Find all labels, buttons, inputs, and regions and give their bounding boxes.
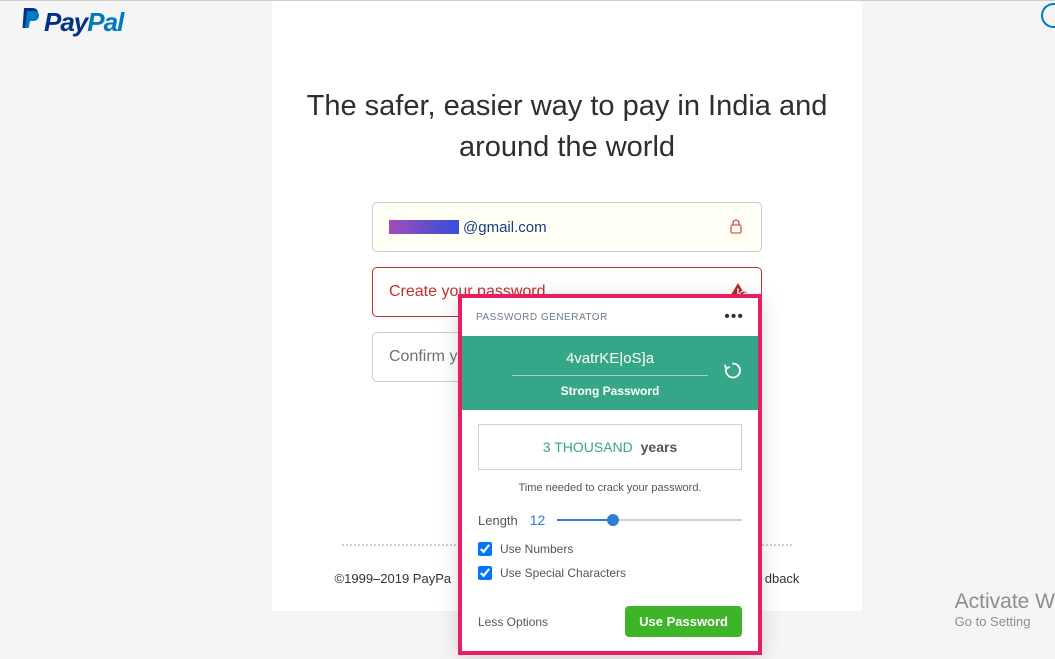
length-label: Length bbox=[478, 513, 518, 528]
crack-time-box: 3 THOUSAND years bbox=[478, 424, 742, 470]
crack-hint: Time needed to crack your password. bbox=[478, 482, 742, 494]
activate-windows-watermark: Activate W Go to Setting bbox=[955, 590, 1055, 629]
use-special-label: Use Special Characters bbox=[500, 566, 626, 580]
email-field[interactable]: @gmail.com bbox=[372, 202, 762, 252]
email-redacted-prefix bbox=[389, 220, 459, 234]
length-slider[interactable] bbox=[557, 512, 742, 528]
logo-text-pal: Pal bbox=[87, 7, 123, 37]
email-suffix: @gmail.com bbox=[463, 219, 547, 236]
refresh-icon[interactable] bbox=[722, 360, 744, 387]
pwgen-output-panel: 4vatrKE|oS]a Strong Password bbox=[462, 336, 758, 410]
paypal-logo: PayPal bbox=[20, 7, 123, 37]
crack-time-unit: years bbox=[641, 439, 678, 455]
generated-password: 4vatrKE|oS]a bbox=[512, 350, 708, 376]
use-numbers-input[interactable] bbox=[478, 542, 492, 556]
pwgen-footer: Less Options Use Password bbox=[462, 602, 758, 651]
more-menu-icon[interactable]: ••• bbox=[724, 308, 744, 326]
use-numbers-label: Use Numbers bbox=[500, 542, 573, 556]
page-headline: The safer, easier way to pay in India an… bbox=[272, 86, 862, 167]
footer-copyright: ©1999–2019 PayPa bbox=[335, 571, 452, 586]
pwgen-header: PASSWORD GENERATOR ••• bbox=[462, 298, 758, 336]
watermark-sub: Go to Setting bbox=[955, 614, 1055, 629]
use-special-checkbox[interactable]: Use Special Characters bbox=[478, 566, 742, 580]
browser-circle-fragment bbox=[1041, 3, 1055, 28]
password-strength-label: Strong Password bbox=[472, 384, 748, 398]
pwgen-title: PASSWORD GENERATOR bbox=[476, 312, 608, 323]
pwgen-body: 3 THOUSAND years Time needed to crack yo… bbox=[462, 410, 758, 602]
length-value: 12 bbox=[530, 512, 546, 528]
footer-feedback-tail: dback bbox=[765, 571, 800, 586]
use-password-button[interactable]: Use Password bbox=[625, 606, 742, 637]
slider-thumb[interactable] bbox=[607, 514, 619, 526]
watermark-title: Activate W bbox=[955, 590, 1055, 614]
use-special-input[interactable] bbox=[478, 566, 492, 580]
confirm-placeholder: Confirm y bbox=[389, 348, 457, 366]
use-numbers-checkbox[interactable]: Use Numbers bbox=[478, 542, 742, 556]
password-generator-popup: PASSWORD GENERATOR ••• 4vatrKE|oS]a Stro… bbox=[458, 294, 762, 655]
app-header: PayPal bbox=[0, 1, 143, 43]
lock-icon bbox=[727, 217, 747, 237]
logo-text-pay: Pay bbox=[44, 7, 87, 37]
paypal-icon bbox=[20, 6, 42, 37]
less-options-link[interactable]: Less Options bbox=[478, 615, 548, 629]
crack-time-value: 3 THOUSAND bbox=[543, 439, 633, 455]
length-row: Length 12 bbox=[478, 512, 742, 528]
slider-fill bbox=[557, 519, 612, 521]
